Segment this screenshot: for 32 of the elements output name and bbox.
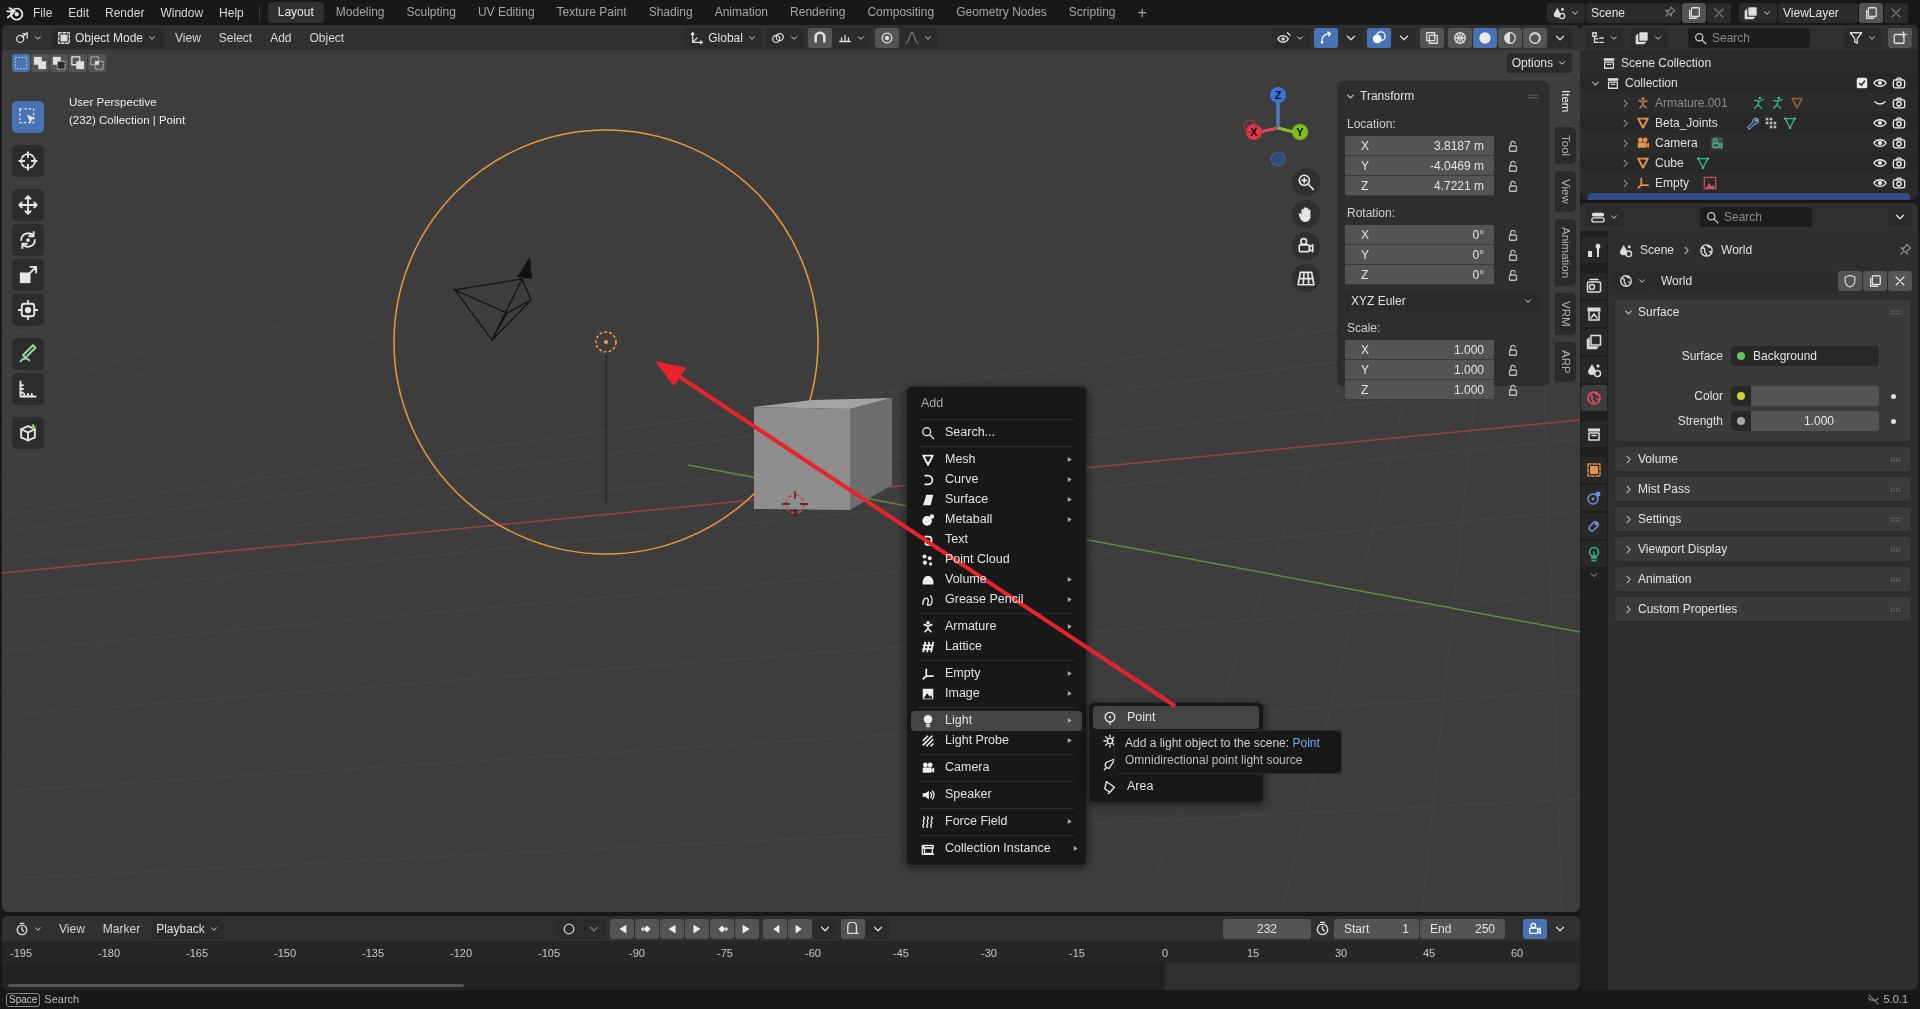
frame-tick-label: 15 bbox=[1246, 946, 1260, 961]
frame-tick-label: -195 bbox=[10, 946, 32, 961]
frame-tick-label: 45 bbox=[1422, 946, 1436, 961]
field-label: Rotation: bbox=[1347, 205, 1397, 222]
field-label: Strength bbox=[1676, 413, 1723, 430]
frame-tick-label: -180 bbox=[98, 946, 120, 961]
frame-tick-label: 60 bbox=[1510, 946, 1524, 961]
frame-tick-label: -15 bbox=[1069, 946, 1085, 961]
version-text: 5.0.1 bbox=[1883, 992, 1908, 1008]
frame-tick-label: -30 bbox=[981, 946, 997, 961]
field-label: Surface bbox=[1680, 348, 1723, 365]
frame-tick-label: -75 bbox=[717, 946, 733, 961]
field-label: Location: bbox=[1347, 116, 1397, 133]
tooltip-title: Add a light object to the scene: Point bbox=[1125, 735, 1321, 752]
status-text: Search bbox=[44, 992, 80, 1008]
viewport-info-text: User Perspective bbox=[69, 95, 157, 110]
frame-tick-label: -45 bbox=[893, 946, 909, 961]
field-label: Scale: bbox=[1347, 320, 1382, 337]
key-hint: Space bbox=[6, 992, 41, 1007]
frame-tick-label: -165 bbox=[186, 946, 208, 961]
frame-tick-label: -60 bbox=[805, 946, 821, 961]
frame-tick-label: -120 bbox=[450, 946, 472, 961]
frame-tick-label: -105 bbox=[538, 946, 560, 961]
frame-tick-label: 0 bbox=[1161, 946, 1169, 961]
tooltip-description: Omnidirectional point light source bbox=[1125, 752, 1304, 769]
field-label: Color bbox=[1693, 388, 1723, 405]
frame-tick-label: -90 bbox=[629, 946, 645, 961]
frame-tick-label: 30 bbox=[1334, 946, 1348, 961]
frame-tick-label: -135 bbox=[362, 946, 384, 961]
menu-title: Add bbox=[920, 395, 945, 412]
frame-tick-label: -150 bbox=[274, 946, 296, 961]
viewport-info-text: (232) Collection | Point bbox=[69, 113, 186, 128]
